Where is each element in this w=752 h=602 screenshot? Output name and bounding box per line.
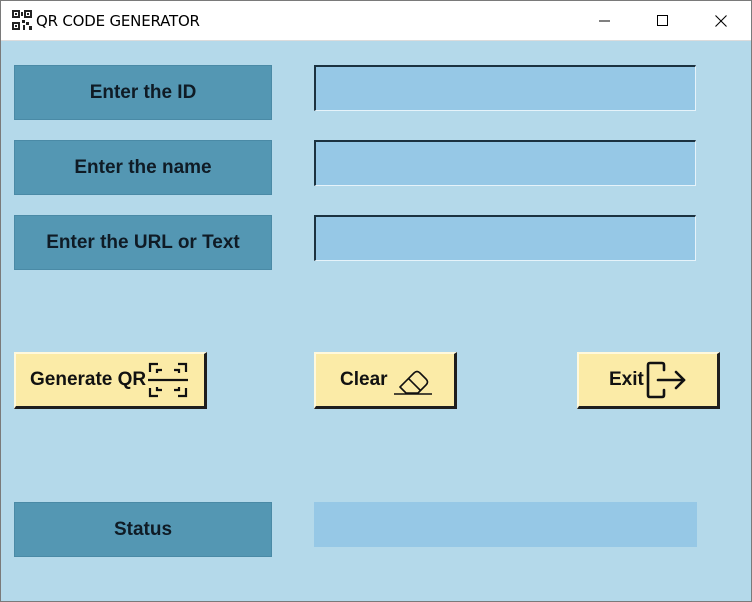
title-bar[interactable]: QR CODE GENERATOR: [1, 1, 751, 41]
id-label: Enter the ID: [14, 65, 272, 120]
window-title: QR CODE GENERATOR: [36, 12, 200, 30]
status-output: [314, 502, 697, 547]
close-button[interactable]: [692, 1, 750, 40]
generate-qr-button[interactable]: Generate QR: [14, 352, 207, 409]
clear-label: Clear: [340, 369, 388, 390]
status-label: Status: [14, 502, 272, 557]
minimize-icon: [599, 20, 610, 21]
eraser-icon: [393, 370, 432, 395]
id-input[interactable]: [314, 65, 696, 111]
minimize-button[interactable]: [576, 1, 634, 40]
maximize-button[interactable]: [634, 1, 692, 40]
maximize-icon: [657, 14, 668, 26]
exit-label: Exit: [609, 369, 644, 390]
url-input[interactable]: [314, 215, 696, 261]
app-window: QR CODE GENERATOR Enter the ID Enter the…: [0, 0, 752, 602]
qr-app-icon: [12, 10, 32, 30]
name-label: Enter the name: [14, 140, 272, 195]
qr-scan-icon: [148, 362, 189, 398]
generate-qr-label: Generate QR: [30, 369, 147, 390]
clear-button[interactable]: Clear: [314, 352, 457, 409]
url-label: Enter the URL or Text: [14, 215, 272, 270]
logout-arrow-icon: [646, 361, 686, 399]
name-input[interactable]: [314, 140, 696, 186]
exit-button[interactable]: Exit: [577, 352, 720, 409]
close-icon: [715, 14, 727, 27]
